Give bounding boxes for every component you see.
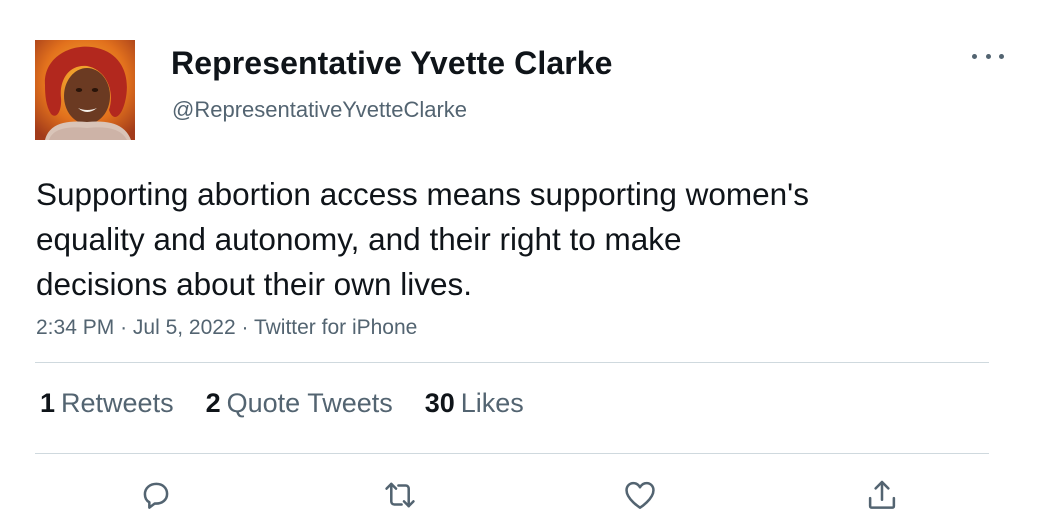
tweet-text-line: decisions about their own lives.: [36, 266, 472, 302]
divider: [35, 362, 989, 363]
share-icon: [868, 480, 896, 509]
more-horizontal-icon-dot: [985, 53, 991, 59]
author-handle[interactable]: @RepresentativeYvetteClarke: [172, 97, 467, 123]
divider: [35, 453, 989, 454]
reply-button[interactable]: [134, 473, 178, 517]
like-button[interactable]: [618, 473, 662, 517]
avatar-image: [35, 40, 135, 140]
avatar[interactable]: [35, 40, 135, 140]
likes-count: 30: [424, 388, 455, 418]
quote-tweets-label: Quote Tweets: [226, 388, 393, 418]
more-options-button[interactable]: [972, 44, 1004, 68]
retweets-stat[interactable]: 1 Retweets: [40, 388, 174, 419]
author-display-name[interactable]: Representative Yvette Clarke: [171, 45, 613, 82]
retweets-count: 1: [40, 388, 56, 418]
heart-icon: [625, 481, 655, 509]
tweet-time[interactable]: 2:34 PM: [36, 316, 114, 339]
reply-icon: [143, 482, 169, 509]
action-bar: [0, 473, 1050, 518]
retweets-label: Retweets: [61, 388, 174, 418]
more-horizontal-icon-dot: [999, 53, 1004, 59]
tweet-metadata: 2:34 PM · Jul 5, 2022 · Twitter for iPho…: [36, 316, 417, 340]
quote-tweets-count: 2: [205, 388, 221, 418]
retweet-button[interactable]: [378, 473, 422, 517]
tweet-text-line: Supporting abortion access means support…: [36, 176, 809, 212]
tweet-source[interactable]: Twitter for iPhone: [254, 316, 417, 339]
tweet-date[interactable]: Jul 5, 2022: [133, 316, 236, 339]
quote-tweets-stat[interactable]: 2 Quote Tweets: [206, 388, 393, 419]
tweet-stats: 1 Retweets 2 Quote Tweets 30 Likes: [40, 388, 556, 419]
more-horizontal-icon: [972, 53, 977, 59]
share-button[interactable]: [860, 473, 904, 517]
meta-separator: ·: [120, 316, 133, 339]
meta-separator: ·: [241, 316, 254, 339]
tweet-text: Supporting abortion access means support…: [36, 172, 966, 307]
tweet-text-line: equality and autonomy, and their right t…: [36, 221, 682, 257]
likes-label: Likes: [460, 388, 524, 418]
retweet-icon: [385, 482, 415, 508]
likes-stat[interactable]: 30 Likes: [425, 388, 524, 419]
